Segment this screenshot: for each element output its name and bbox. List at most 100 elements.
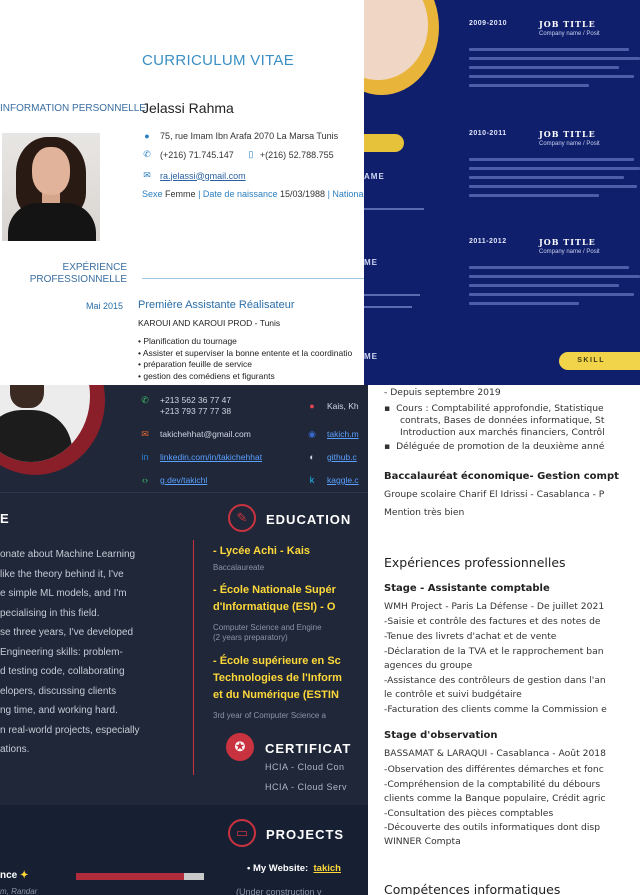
email-link[interactable]: ra.jelassi@gmail.com [160,171,246,181]
side-rule [364,306,412,308]
text-line: -Assistance des contrôleurs de gestion d… [384,675,606,686]
list-item-continuation: contrats, Bases de données informatique,… [400,415,605,426]
cv-title: CURRICULUM VITAE [142,52,295,69]
edu-title: - École supérieure en Sc [213,655,341,667]
person-name: Jelassi Rahma [142,100,234,116]
job-company: KAROUI AND KAROUI PROD - Tunis [138,318,281,328]
decor-pill [364,134,404,152]
cv-preview-french-accounting[interactable]: - Depuis septembre 2019 Cours : Comptabi… [368,385,640,895]
github-link[interactable]: github.c [327,452,357,462]
text-line: Mention très bien [384,507,465,518]
project-item: • My Website: takich [247,863,341,874]
side-label: ME [364,258,378,267]
cv-preview-dark-blue[interactable]: AME ME ME 2009-2010 JOB TITLE Company na… [364,0,640,385]
edu-title: d'Informatique (ESI) - O [213,601,336,613]
edu-title: et du Numérique (ESTIN [213,689,339,701]
website-line: ◉ takich.m [305,429,359,440]
section-personal-info: INFORMATION PERSONNELLE [0,103,146,114]
profile-photo [364,0,439,95]
text-line: agences du groupe [384,660,473,671]
degree-title: Baccalauréat économique- Gestion compt [384,471,619,482]
skill-bar-track [184,873,204,880]
phone-line: ✆ (+216) 71.745.147 ▯ +(216) 52.788.755 [143,149,334,160]
edu-title: Technologies de l'Inform [213,672,342,684]
about-heading: E [0,511,10,526]
text-line: -Observation des différentes démarches e… [384,764,604,775]
certificates-heading: CERTIFICAT [265,741,352,756]
website-link[interactable]: takich.m [327,429,359,439]
edu-sub: Baccalaureate [213,563,265,572]
linkedin-icon: in [141,452,149,462]
job-title: Stage - Assistante comptable [384,583,550,594]
certificate-item: HCIA - Cloud Con [265,762,345,772]
list-item: gestion des comédiens et figurants [138,371,352,383]
linkedin-line: in linkedin.com/in/takichehhat [138,452,262,462]
text-line: -Compréhension de la comptabilité du déb… [384,779,601,790]
project-link[interactable]: takich [314,863,341,874]
profile-photo [2,133,100,241]
experience-sub: m, Randar [0,887,38,895]
email-line: ✉ ra.jelassi@gmail.com [142,170,246,181]
text-line: -Saisie et contrôle des factures et des … [384,616,601,627]
edu-title: - École Nationale Supér [213,584,336,596]
kaggle-icon: k [309,475,315,485]
kaggle-link[interactable]: kaggle.c [327,475,359,485]
section-divider [0,492,368,493]
text-line: -Déclaration de la TVA et le rapprocheme… [384,646,604,657]
section-rule [142,278,364,279]
edu-sub: 3rd year of Computer Science a [213,711,326,720]
monitor-icon: ▭ [228,819,256,847]
list-item: Planification du tournage [138,336,352,348]
personal-details-line: Sexe Femme | Date de naissance 15/03/198… [142,189,364,199]
list-item-continuation: Introduction aux marchés financiers, Con… [400,427,605,438]
about-text: onate about Machine Learning like the th… [0,549,140,755]
globe-icon: ◉ [308,429,316,439]
linkedin-link[interactable]: linkedin.com/in/takichehhat [160,452,262,462]
skill-bar-fill [76,873,184,880]
cv-preview-white-classic[interactable]: CURRICULUM VITAE INFORMATION PERSONNELLE… [0,0,364,385]
section-experience: EXPÉRIENCE PROFESSIONNELLE [29,262,127,285]
github-icon: ◐ [309,452,315,462]
bottom-band [0,805,368,895]
column-rule [193,540,194,775]
email-line: ✉ takichehhat@gmail.com [138,429,251,440]
mobile-icon: ▯ [248,149,254,159]
location-line: ● Kais, Kh [305,401,358,411]
edu-title: - Lycée Achi - Kais [213,545,310,557]
section-it-heading: Compétences informatiques [384,882,561,895]
mail-icon: ✉ [143,170,151,180]
text-line: BASSAMAT & LARAQUI - Casablanca - Août 2… [384,748,607,759]
side-rule [364,208,424,210]
award-icon: ✪ [226,733,254,761]
certificate-item: HCIA - Cloud Serv [265,782,348,792]
github-line: ◐ github.c [305,452,357,462]
text-line: -Tenue des livrets d'achat et de vente [384,631,557,642]
edu-sub: Computer Science and Engine [213,623,322,632]
job-title: Stage d'observation [384,730,498,741]
education-heading: EDUCATION [266,512,352,527]
devpage-line: ‹› g.dev/takichl [138,475,207,485]
text-line: clients comme la Banque populaire, Crédi… [384,793,606,804]
devpage-link[interactable]: g.dev/takichl [160,475,207,485]
side-label: AME [364,172,385,181]
list-item: préparation feuille de service [138,359,352,371]
experience-title: nce ✦ [0,870,29,881]
text-line: -Consultation des pièces comptables [384,808,554,819]
text-line: -Facturation des clients comme la Commis… [384,704,607,715]
list-item: Cours : Comptabilité approfondie, Statis… [384,403,604,415]
phone-icon: ✆ [143,149,151,159]
job-title: Première Assistante Réalisateur [138,299,295,311]
list-item: Déléguée de promotion de la deuxième ann… [384,441,604,453]
edu-sub: (2 years preparatory) [213,633,288,642]
location-pin-icon: ● [144,131,150,141]
address-line: ● 75, rue Imam Ibn Arafa 2070 La Marsa T… [142,131,338,141]
kaggle-line: k kaggle.c [305,475,359,485]
mail-icon: ✉ [141,429,149,439]
phone-line: ✆ +213 562 36 77 47 +213 793 77 77 38 [138,395,231,417]
list-item: Assister et superviser la bonne entente … [138,348,352,360]
side-rule [364,294,420,296]
skills-pill: SKILL [559,352,640,370]
code-icon: ‹› [142,475,148,485]
cv-preview-dark-tech[interactable]: ✆ +213 562 36 77 47 +213 793 77 77 38 ● … [0,385,368,895]
location-pin-icon: ● [309,401,315,411]
